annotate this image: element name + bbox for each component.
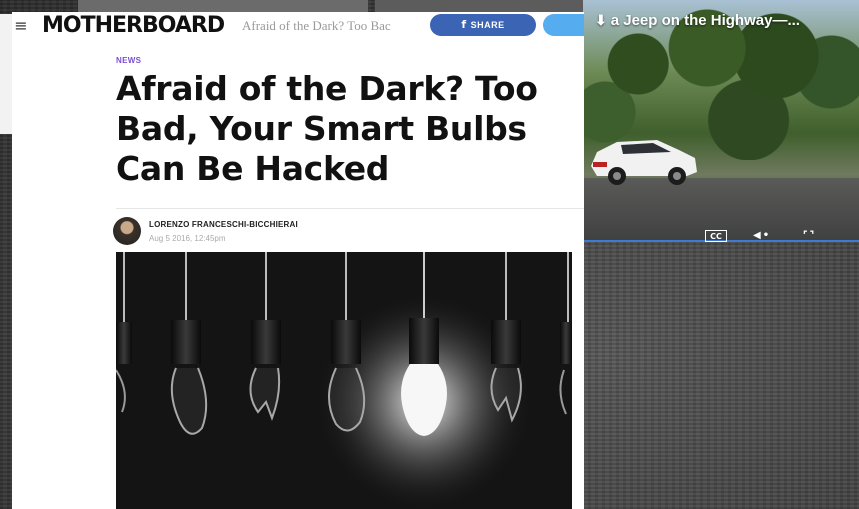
article-window: ≡ MOTHERBOARD Afraid of the Dark? Too Ba… (12, 12, 584, 509)
hamburger-icon[interactable]: ≡ (12, 17, 30, 35)
video-title: ⬇ a Jeep on the Highway—... (595, 12, 800, 29)
facebook-share-button[interactable]: f SHARE (430, 14, 536, 36)
background-window-edge (0, 14, 12, 134)
video-frame-car (591, 140, 697, 185)
site-logo[interactable]: MOTHERBOARD (42, 13, 225, 39)
download-icon[interactable]: ⬇ (595, 12, 607, 28)
light-bulbs-illustration (116, 252, 572, 509)
video-player[interactable] (583, 0, 859, 242)
byline-divider (116, 208, 584, 209)
closed-captions-button[interactable]: CC (705, 230, 727, 242)
site-header: ≡ MOTHERBOARD Afraid of the Dark? Too Ba… (12, 12, 584, 42)
video-controls: CC ◀︎ • ⌜ ⌝ (583, 228, 859, 242)
fullscreen-icon[interactable]: ⌜ ⌝ (803, 230, 825, 242)
hero-image-light-bulbs (116, 252, 572, 509)
header-article-title: Afraid of the Dark? Too Bac (242, 18, 391, 33)
author-avatar[interactable] (113, 217, 141, 245)
article-kicker[interactable]: NEWS (116, 56, 141, 68)
facebook-icon: f (461, 18, 467, 31)
tweet-button[interactable] (543, 14, 584, 36)
volume-icon[interactable]: ◀︎ • (753, 230, 773, 242)
article-headline: Afraid of the Dark? Too Bad, Your Smart … (116, 69, 538, 188)
publish-date: Aug 5 2016, 12:45pm (149, 234, 226, 243)
author-name[interactable]: LORENZO FRANCESCHI-BICCHIERAI (149, 220, 298, 232)
